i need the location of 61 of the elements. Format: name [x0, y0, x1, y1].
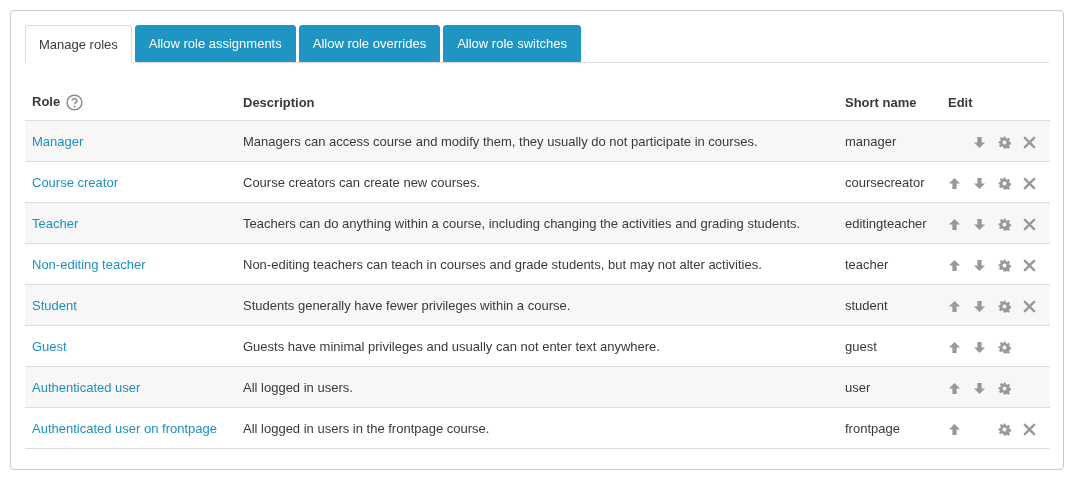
settings-icon[interactable]: [998, 381, 1011, 395]
up-arrow-icon[interactable]: [948, 381, 961, 395]
down-arrow-icon[interactable]: [973, 381, 986, 395]
up-arrow-icon[interactable]: [948, 217, 961, 231]
settings-icon[interactable]: [998, 176, 1011, 190]
table-cell: All logged in users in the frontpage course.: [243, 420, 490, 436]
role-link[interactable]: Course creator: [32, 174, 118, 190]
down-arrow-icon[interactable]: [973, 340, 986, 354]
table-cell: guest: [845, 338, 877, 354]
table-cell: user: [845, 379, 871, 395]
role-link[interactable]: Teacher: [32, 215, 79, 231]
up-arrow-icon[interactable]: [948, 422, 961, 436]
up-arrow-icon[interactable]: [948, 176, 961, 190]
tab[interactable]: Allow role overrides: [298, 25, 441, 62]
settings-icon[interactable]: [998, 422, 1011, 436]
up-arrow-icon[interactable]: [948, 299, 961, 313]
delete-icon[interactable]: [1023, 422, 1036, 436]
table-cell: All logged in users.: [243, 379, 353, 395]
tab[interactable]: Allow role switches: [443, 25, 581, 62]
down-arrow-icon[interactable]: [973, 299, 986, 313]
delete-icon[interactable]: [1023, 176, 1036, 190]
up-arrow-icon[interactable]: [948, 258, 961, 272]
settings-icon[interactable]: [998, 135, 1011, 149]
table-cell: Teachers can do anything within a course, including changing the activities and grading students.: [243, 215, 801, 231]
table-cell: Students generally have fewer privileges within a course.: [243, 297, 571, 313]
table-cell: Non-editing teachers can teach in courses and grade students, but may not alter activities.: [243, 256, 762, 272]
table-cell: teacher: [845, 256, 889, 272]
up-arrow-icon[interactable]: [948, 340, 961, 354]
column-header: Description: [243, 95, 315, 111]
table-cell: Guests have minimal privileges and usually can not enter text anywhere.: [243, 338, 660, 354]
role-link[interactable]: Authenticated user: [32, 379, 141, 395]
delete-icon[interactable]: [1023, 217, 1036, 231]
role-link[interactable]: Authenticated user on frontpage: [32, 420, 218, 436]
settings-icon[interactable]: [998, 258, 1011, 272]
down-arrow-icon[interactable]: [973, 217, 986, 231]
settings-icon[interactable]: [998, 340, 1011, 354]
delete-icon[interactable]: [1023, 299, 1036, 313]
tab[interactable]: Allow role assignments: [134, 25, 296, 62]
table-cell: student: [845, 297, 888, 313]
down-arrow-icon[interactable]: [973, 135, 986, 149]
down-arrow-icon[interactable]: [973, 176, 986, 190]
table-cell: manager: [845, 133, 897, 149]
tab[interactable]: Manage roles: [25, 25, 132, 63]
table-cell: Managers can access course and modify them, they usually do not participate in courses.: [243, 133, 758, 149]
delete-icon[interactable]: [1023, 258, 1036, 272]
column-header: Edit: [948, 95, 973, 111]
role-link[interactable]: Non-editing teacher: [32, 256, 146, 272]
role-link[interactable]: Manager: [32, 133, 84, 149]
help-icon[interactable]: [66, 93, 84, 111]
column-header: Role: [32, 94, 61, 110]
role-link[interactable]: Student: [32, 297, 77, 313]
table-cell: editingteacher: [845, 215, 927, 231]
delete-icon[interactable]: [1023, 135, 1036, 149]
table-cell: frontpage: [845, 420, 900, 436]
settings-icon[interactable]: [998, 299, 1011, 313]
table-cell: coursecreator: [845, 174, 925, 190]
down-arrow-icon[interactable]: [973, 258, 986, 272]
role-link[interactable]: Guest: [32, 338, 67, 354]
settings-icon[interactable]: [998, 217, 1011, 231]
column-header: Short name: [845, 95, 917, 111]
table-cell: Course creators can create new courses.: [243, 174, 480, 190]
